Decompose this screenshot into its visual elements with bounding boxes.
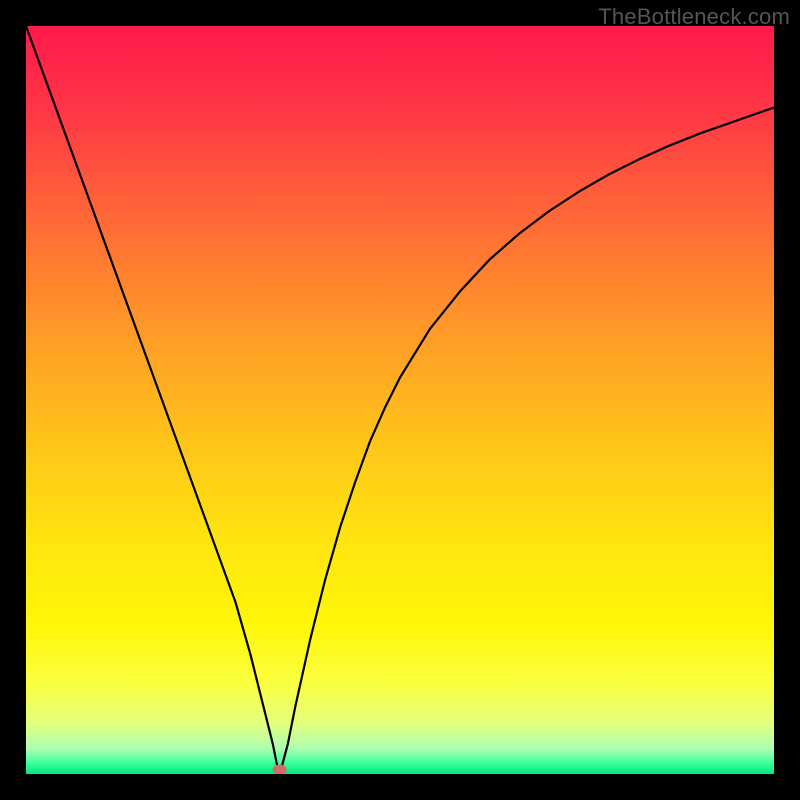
bottleneck-chart [26,26,774,774]
watermark-text: TheBottleneck.com [598,4,790,30]
gradient-background [26,26,774,774]
chart-container: TheBottleneck.com [0,0,800,800]
